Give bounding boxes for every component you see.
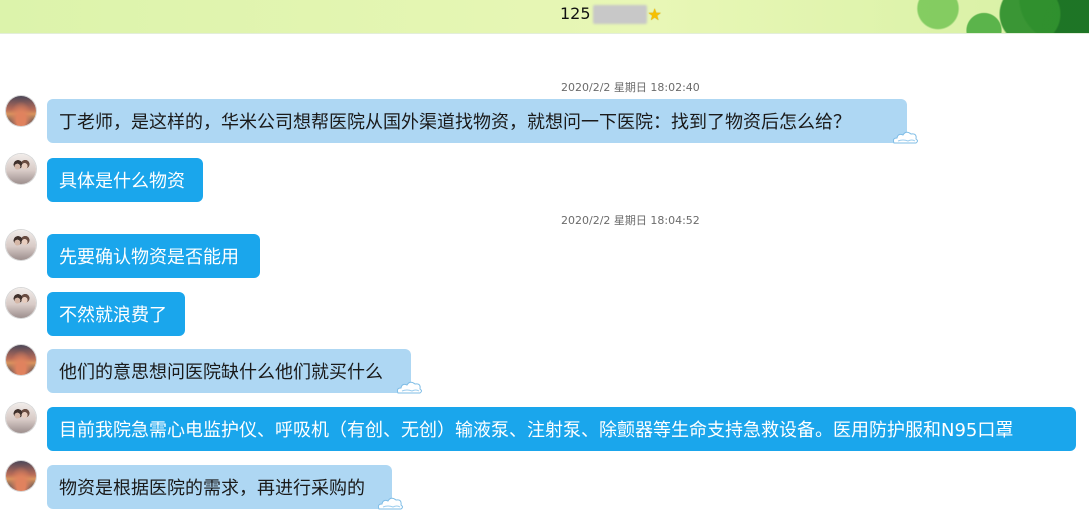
message-text: 先要确认物资是否能用 (59, 247, 239, 268)
cloud-icon (892, 131, 918, 144)
chat-bubble-outgoing[interactable]: 先要确认物资是否能用 (47, 234, 260, 278)
message-timestamp: 2020/2/2 星期日 18:04:52 (561, 214, 700, 227)
message-text: 目前我院急需心电监护仪、呼吸机（有创、无创）输液泵、注射泵、除颤器等生命支持急救… (59, 420, 1014, 441)
cloud-icon (396, 381, 422, 394)
cloud-icon (377, 497, 403, 510)
message-text: 不然就浪费了 (59, 305, 167, 326)
chat-bubble-outgoing[interactable]: 具体是什么物资 (47, 158, 203, 202)
titlebar-divider (0, 33, 1089, 34)
photo-avatar[interactable] (6, 230, 36, 260)
redacted-block (592, 4, 647, 24)
chat-bubble-incoming[interactable]: 丁老师，是这样的，华米公司想帮医院从国外渠道找物资，就想问一下医院：找到了物资后… (47, 99, 918, 144)
photo-avatar[interactable] (6, 403, 36, 433)
chat-bubble-incoming[interactable]: 他们的意思想问医院缺什么他们就买什么 (47, 349, 422, 394)
sunset-avatar[interactable] (6, 96, 36, 126)
message-text: 他们的意思想问医院缺什么他们就买什么 (59, 362, 383, 383)
message-text: 丁老师，是这样的，华米公司想帮医院从国外渠道找物资，就想问一下医院：找到了物资后… (59, 112, 851, 133)
chat-bubble-incoming[interactable]: 物资是根据医院的需求，再进行采购的 (47, 465, 403, 510)
chat-bubble-outgoing[interactable]: 目前我院急需心电监护仪、呼吸机（有创、无创）输液泵、注射泵、除颤器等生命支持急救… (47, 407, 1076, 451)
window-titlebar: 125 ★ (0, 0, 1089, 33)
message-timestamp: 2020/2/2 星期日 18:02:40 (561, 81, 700, 94)
star-icon: ★ (647, 4, 662, 24)
leaf-decoration (869, 0, 1089, 33)
photo-avatar[interactable] (6, 154, 36, 184)
window-title-text: 125 (560, 4, 591, 23)
sunset-avatar[interactable] (6, 345, 36, 375)
chat-bubble-outgoing[interactable]: 不然就浪费了 (47, 292, 185, 336)
message-text: 具体是什么物资 (59, 171, 185, 192)
window-title: 125 ★ (560, 2, 662, 26)
sunset-avatar[interactable] (6, 461, 36, 491)
message-text: 物资是根据医院的需求，再进行采购的 (59, 478, 365, 499)
photo-avatar[interactable] (6, 288, 36, 318)
